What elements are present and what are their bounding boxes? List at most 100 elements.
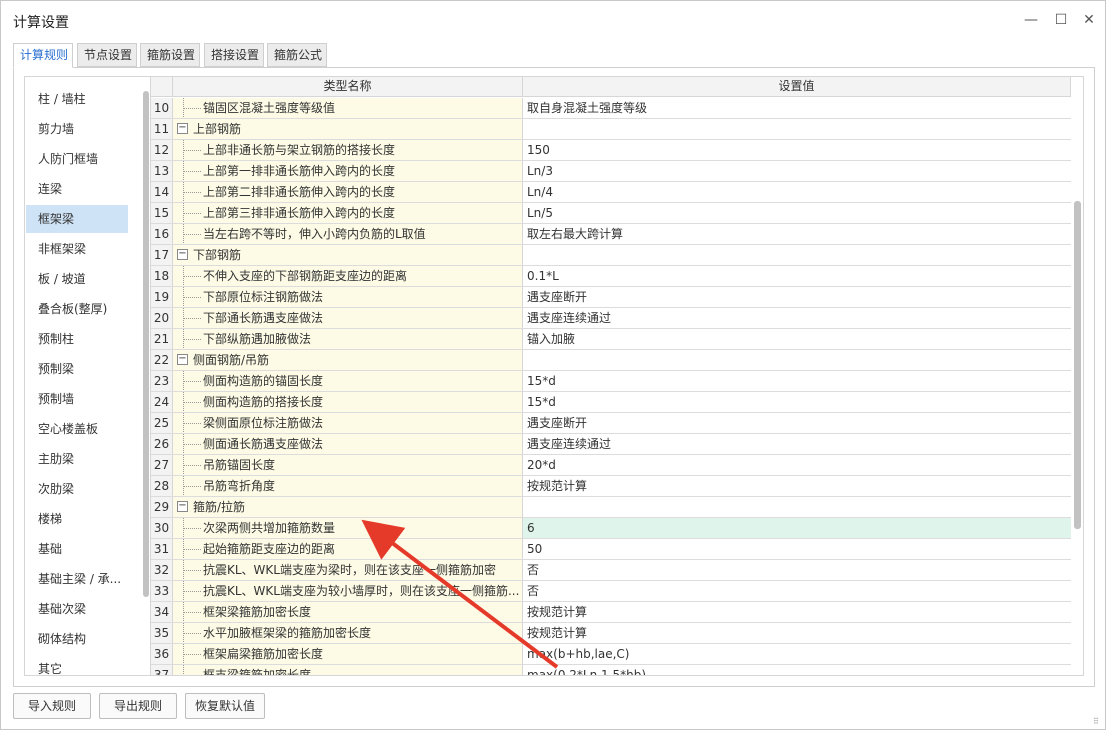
import-rules-button[interactable]: 导入规则 bbox=[13, 693, 91, 719]
table-row[interactable]: 34 框架梁箍筋加密长度 按规范计算 bbox=[151, 602, 1071, 623]
row-type-name: 框架梁箍筋加密长度 bbox=[173, 602, 523, 622]
table-row[interactable]: 11− 上部钢筋 bbox=[151, 119, 1071, 140]
tab-content-panel: 柱 / 墙柱 剪力墙 人防门框墙 连梁 框架梁 非框架梁板 / 坡道 叠合板(整厚) 预制柱预… bbox=[13, 67, 1095, 687]
table-row[interactable]: 10 锚固区混凝土强度等级值 取自身混凝土强度等级 bbox=[151, 98, 1071, 119]
tree-guide bbox=[183, 465, 201, 466]
sidebar-item[interactable]: 板 / 坡道 bbox=[26, 265, 128, 293]
table-row[interactable]: 35 水平加腋框架梁的箍筋加密长度 按规范计算 bbox=[151, 623, 1071, 644]
table-row[interactable]: 14 上部第二排非通长筋伸入跨内的长度 Ln/4 bbox=[151, 182, 1071, 203]
table-row[interactable]: 17− 下部钢筋 bbox=[151, 245, 1071, 266]
row-setting-value[interactable]: 按规范计算 bbox=[523, 476, 1071, 496]
table-row[interactable]: 16 当左右跨不等时，伸入小跨内负筋的L取值 取左右最大跨计算 bbox=[151, 224, 1071, 245]
tab-stirrup-formula[interactable]: 箍筋公式 bbox=[267, 43, 327, 67]
tab-lap-settings[interactable]: 搭接设置 bbox=[204, 43, 264, 67]
row-number: 25 bbox=[151, 413, 173, 433]
table-row[interactable]: 31 起始箍筋距支座边的距离 50 bbox=[151, 539, 1071, 560]
sidebar-item[interactable]: 楼梯 bbox=[26, 505, 128, 533]
tree-guide bbox=[183, 633, 201, 634]
row-setting-value[interactable]: max(0.2*Ln,1.5*hb) bbox=[523, 665, 1071, 675]
row-setting-value[interactable]: Ln/5 bbox=[523, 203, 1071, 223]
table-row[interactable]: 20 下部通长筋遇支座做法 遇支座连续通过 bbox=[151, 308, 1071, 329]
sidebar-item[interactable]: 框架梁 bbox=[26, 205, 128, 233]
close-icon[interactable]: ✕ bbox=[1079, 10, 1099, 30]
row-setting-value[interactable]: Ln/3 bbox=[523, 161, 1071, 181]
table-row[interactable]: 24 侧面构造筋的搭接长度 15*d bbox=[151, 392, 1071, 413]
row-setting-value[interactable]: 遇支座连续通过 bbox=[523, 434, 1071, 454]
table-row[interactable]: 18 不伸入支座的下部钢筋距支座边的距离 0.1*L bbox=[151, 266, 1071, 287]
minimize-icon[interactable]: — bbox=[1021, 10, 1041, 30]
row-setting-value[interactable]: 锚入加腋 bbox=[523, 329, 1071, 349]
table-row[interactable]: 33 抗震KL、WKL端支座为较小墙厚时，则在该支座一侧箍筋... 否 bbox=[151, 581, 1071, 602]
row-setting-value[interactable]: 否 bbox=[523, 581, 1071, 601]
table-row[interactable]: 12 上部非通长筋与架立钢筋的搭接长度 150 bbox=[151, 140, 1071, 161]
sidebar-item[interactable]: 剪力墙 bbox=[26, 115, 128, 143]
table-row[interactable]: 28 吊筋弯折角度 按规范计算 bbox=[151, 476, 1071, 497]
tab-stirrup-settings[interactable]: 箍筋设置 bbox=[140, 43, 200, 67]
table-row[interactable]: 29− 箍筋/拉筋 bbox=[151, 497, 1071, 518]
row-setting-value[interactable]: Ln/4 bbox=[523, 182, 1071, 202]
table-row[interactable]: 19 下部原位标注钢筋做法 遇支座断开 bbox=[151, 287, 1071, 308]
row-setting-value[interactable]: 15*d bbox=[523, 392, 1071, 412]
tab-calculation-rules[interactable]: 计算规则 bbox=[13, 43, 73, 68]
row-setting-value[interactable]: max(b+hb,lae,C) bbox=[523, 644, 1071, 664]
sidebar-item[interactable]: 其它 bbox=[26, 655, 128, 675]
row-setting-value[interactable]: 15*d bbox=[523, 371, 1071, 391]
table-row[interactable]: 15 上部第三排非通长筋伸入跨内的长度 Ln/5 bbox=[151, 203, 1071, 224]
sidebar-item[interactable]: 基础次梁 bbox=[26, 595, 128, 623]
sidebar-item[interactable]: 主肋梁 bbox=[26, 445, 128, 473]
collapse-icon[interactable]: − bbox=[177, 249, 188, 260]
row-setting-value[interactable]: 遇支座断开 bbox=[523, 413, 1071, 433]
row-setting-value[interactable]: 否 bbox=[523, 560, 1071, 580]
setting-label: 框支梁箍筋加密长度 bbox=[203, 668, 312, 676]
row-setting-value[interactable]: 取自身混凝土强度等级 bbox=[523, 98, 1071, 118]
row-setting-value[interactable]: 150 bbox=[523, 140, 1071, 160]
sidebar-item[interactable]: 柱 / 墙柱 bbox=[26, 85, 128, 113]
collapse-icon[interactable]: − bbox=[177, 354, 188, 365]
row-setting-value[interactable]: 按规范计算 bbox=[523, 602, 1071, 622]
restore-defaults-button[interactable]: 恢复默认值 bbox=[185, 693, 265, 719]
table-row[interactable]: 23 侧面构造筋的锚固长度 15*d bbox=[151, 371, 1071, 392]
sidebar-item[interactable]: 砌体结构 bbox=[26, 625, 128, 653]
table-row[interactable]: 36 框架扁梁箍筋加密长度 max(b+hb,lae,C) bbox=[151, 644, 1071, 665]
row-number: 26 bbox=[151, 434, 173, 454]
table-row[interactable]: 26 侧面通长筋遇支座做法 遇支座连续通过 bbox=[151, 434, 1071, 455]
grid-scrollbar[interactable] bbox=[1074, 201, 1081, 529]
resize-grip-icon[interactable]: ⠿ bbox=[1093, 717, 1099, 726]
sidebar-item[interactable]: 连梁 bbox=[26, 175, 128, 203]
row-setting-value bbox=[523, 245, 1071, 265]
table-row[interactable]: 27 吊筋锚固长度 20*d bbox=[151, 455, 1071, 476]
table-row[interactable]: 22− 侧面钢筋/吊筋 bbox=[151, 350, 1071, 371]
sidebar-item[interactable]: 预制柱 bbox=[26, 325, 128, 353]
row-setting-value[interactable]: 按规范计算 bbox=[523, 623, 1071, 643]
sidebar-item[interactable]: 人防门框墙 bbox=[26, 145, 128, 173]
sidebar-item[interactable]: 次肋梁 bbox=[26, 475, 128, 503]
sidebar-item[interactable]: 基础主梁 / 承... bbox=[26, 565, 128, 593]
sidebar-item[interactable]: 预制梁 bbox=[26, 355, 128, 383]
row-setting-value[interactable]: 20*d bbox=[523, 455, 1071, 475]
table-row[interactable]: 30 次梁两侧共增加箍筋数量 6 bbox=[151, 518, 1071, 539]
maximize-icon[interactable]: ☐ bbox=[1051, 10, 1071, 30]
sidebar-item[interactable]: 空心楼盖板 bbox=[26, 415, 128, 443]
collapse-icon[interactable]: − bbox=[177, 501, 188, 512]
row-setting-value[interactable]: 50 bbox=[523, 539, 1071, 559]
row-setting-value[interactable]: 遇支座断开 bbox=[523, 287, 1071, 307]
tree-guide bbox=[183, 570, 201, 571]
table-row[interactable]: 32 抗震KL、WKL端支座为梁时，则在该支座一侧箍筋加密 否 bbox=[151, 560, 1071, 581]
sidebar-item[interactable]: 预制墙 bbox=[26, 385, 128, 413]
sidebar-item[interactable]: 基础 bbox=[26, 535, 128, 563]
row-setting-value[interactable]: 6 bbox=[523, 518, 1071, 538]
export-rules-button[interactable]: 导出规则 bbox=[99, 693, 177, 719]
table-row[interactable]: 37 框支梁箍筋加密长度 max(0.2*Ln,1.5*hb) bbox=[151, 665, 1071, 676]
table-row[interactable]: 13 上部第一排非通长筋伸入跨内的长度 Ln/3 bbox=[151, 161, 1071, 182]
collapse-icon[interactable]: − bbox=[177, 123, 188, 134]
row-type-name: 吊筋锚固长度 bbox=[173, 455, 523, 475]
table-row[interactable]: 21 下部纵筋遇加腋做法 锚入加腋 bbox=[151, 329, 1071, 350]
table-row[interactable]: 25 梁侧面原位标注筋做法 遇支座断开 bbox=[151, 413, 1071, 434]
sidebar-item[interactable]: 非框架梁 bbox=[26, 235, 128, 263]
tab-node-settings[interactable]: 节点设置 bbox=[77, 43, 137, 67]
sidebar-item[interactable]: 叠合板(整厚) bbox=[26, 295, 128, 323]
row-setting-value[interactable]: 取左右最大跨计算 bbox=[523, 224, 1071, 244]
sidebar-scrollbar[interactable] bbox=[143, 91, 149, 597]
row-setting-value[interactable]: 0.1*L bbox=[523, 266, 1071, 286]
row-setting-value[interactable]: 遇支座连续通过 bbox=[523, 308, 1071, 328]
